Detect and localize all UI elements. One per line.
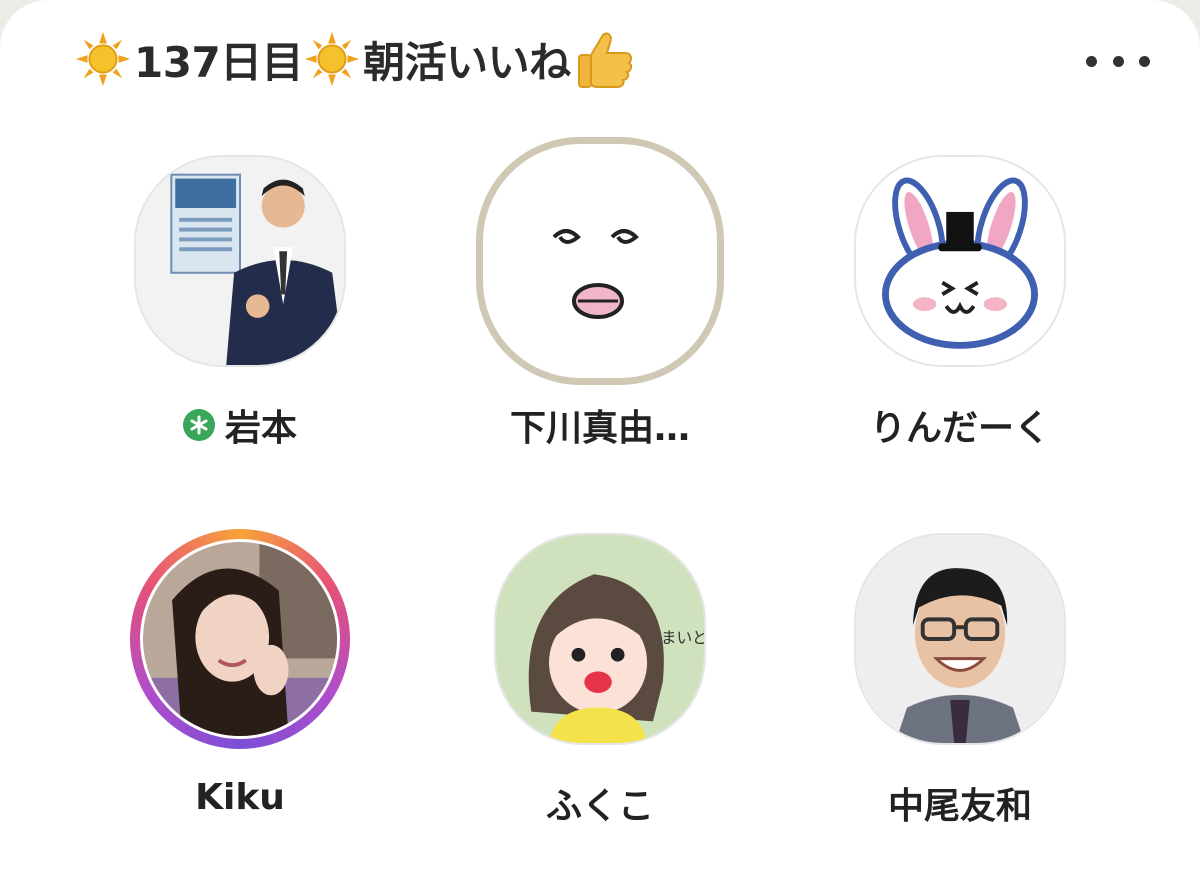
member-name: 岩本	[224, 408, 297, 449]
member-item[interactable]: 下川真由…	[450, 137, 750, 451]
avatar[interactable]	[134, 155, 346, 367]
sun-icon	[75, 31, 131, 87]
asterisk-badge-icon	[182, 409, 215, 441]
group-card: 137日目 朝活いいね 岩本 下川真由… りんだーく Kiku まいど ふくこ …	[0, 0, 1200, 870]
member-item[interactable]: 中尾友和	[810, 533, 1110, 829]
sun-icon	[305, 31, 360, 87]
member-item[interactable]: まいど ふくこ	[450, 533, 750, 829]
member-name: ふくこ	[545, 786, 654, 827]
more-dots-icon	[1139, 55, 1150, 67]
more-dots-icon	[1086, 55, 1097, 67]
member-item[interactable]: 岩本	[90, 155, 390, 451]
member-name: 下川真由…	[509, 408, 690, 449]
avatar[interactable]	[140, 539, 340, 739]
svg-text:まいど: まいど	[661, 628, 704, 647]
more-options-button[interactable]	[1086, 48, 1150, 74]
avatar[interactable]: まいど	[494, 533, 706, 745]
avatar[interactable]	[494, 155, 706, 367]
member-name: 中尾友和	[887, 786, 1032, 827]
avatar[interactable]	[854, 155, 1066, 367]
more-dots-icon	[1112, 55, 1124, 67]
title-day: 137日目	[134, 37, 304, 87]
title-main: 朝活いいね	[363, 37, 571, 87]
group-title: 137日目 朝活いいね	[74, 24, 637, 94]
member-name: Kiku	[195, 777, 285, 818]
member-item[interactable]: Kiku	[90, 529, 390, 818]
avatar[interactable]	[854, 533, 1066, 745]
member-name: りんだーく	[869, 408, 1050, 449]
thumbs-up-icon	[577, 32, 632, 88]
member-item[interactable]: りんだーく	[810, 155, 1110, 451]
